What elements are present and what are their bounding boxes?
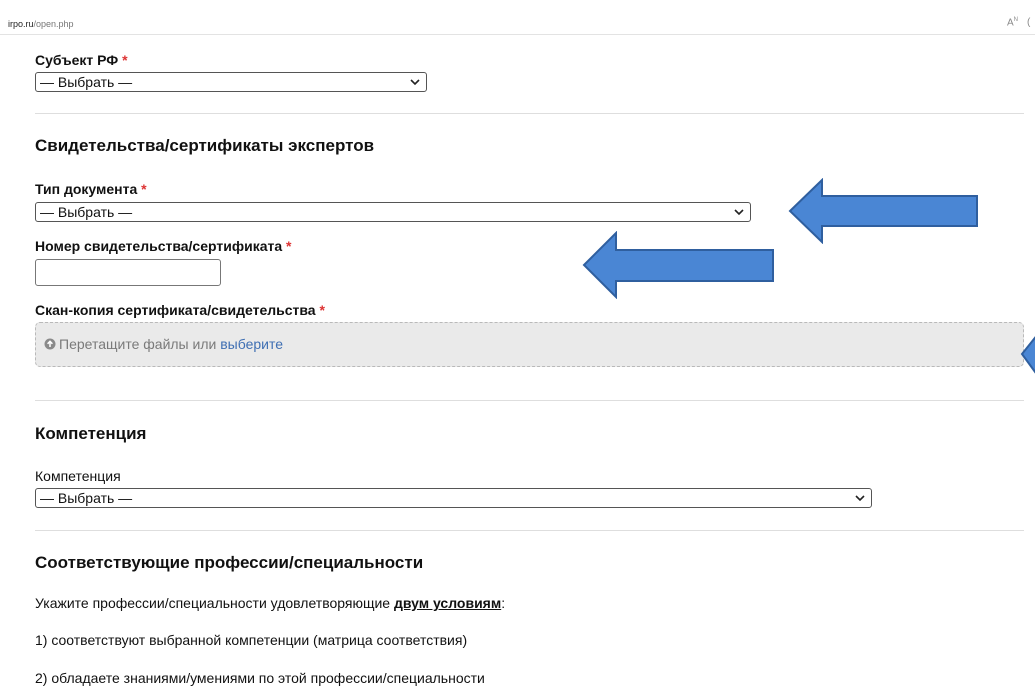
competence-select-value: — Выбрать — [40,490,133,506]
chevron-down-icon [410,79,420,86]
file-dropzone[interactable]: Перетащите файлы или выберите [35,322,1024,367]
required-mark: * [141,181,147,197]
required-mark: * [286,238,292,254]
url-text[interactable]: irpo.ru/open.php [8,19,74,29]
doc-type-label: Тип документа * [35,181,147,197]
annotation-arrow-left-icon [788,178,978,244]
divider [35,400,1024,401]
doc-type-select-value: — Выбрать — [40,204,133,220]
annotation-arrow-left-icon [582,231,774,299]
required-mark: * [122,52,128,68]
condition-1: 1) соответствуют выбранной компетенции (… [35,632,468,648]
competence-select[interactable]: — Выбрать — [35,488,872,508]
divider [35,113,1024,114]
competence-field-label: Компетенция [35,468,121,484]
condition-2: 2) обладаете знаниями/умениями по этой п… [35,670,485,686]
region-select[interactable]: — Выбрать — [35,72,427,92]
region-label: Субъект РФ * [35,52,128,68]
browser-address-bar[interactable]: irpo.ru/open.php AN ( [0,0,1035,35]
emphasis-two-conditions: двум условиям [393,595,502,611]
certificates-section-title: Свидетельства/сертификаты экспертов [35,136,375,155]
professions-intro: Укажите профессии/специальности удовлетв… [35,595,506,611]
scan-copy-label: Скан-копия сертификата/свидетельства * [35,302,325,318]
chevron-down-icon [855,495,865,502]
cert-number-label: Номер свидетельства/сертификата * [35,238,292,254]
reader-view-icon[interactable]: AN [1007,17,1018,28]
region-select-value: — Выбрать — [40,74,133,90]
annotation-arrow-partial-icon [1020,336,1035,374]
url-domain: irpo.ru [8,19,34,29]
competence-section-title: Компетенция [35,424,147,443]
required-mark: * [319,302,325,318]
choose-files-link[interactable]: выберите [220,336,283,352]
divider [35,530,1024,531]
professions-section-title: Соответствующие профессии/специальности [35,553,424,572]
doc-type-select[interactable]: — Выбрать — [35,202,751,222]
chevron-down-icon [734,209,744,216]
dropzone-text: Перетащите файлы или [59,336,217,352]
browser-edge-icon[interactable]: ( [1027,17,1030,28]
upload-icon [44,338,56,350]
url-path: /open.php [33,19,74,29]
cert-number-input[interactable] [35,259,221,286]
